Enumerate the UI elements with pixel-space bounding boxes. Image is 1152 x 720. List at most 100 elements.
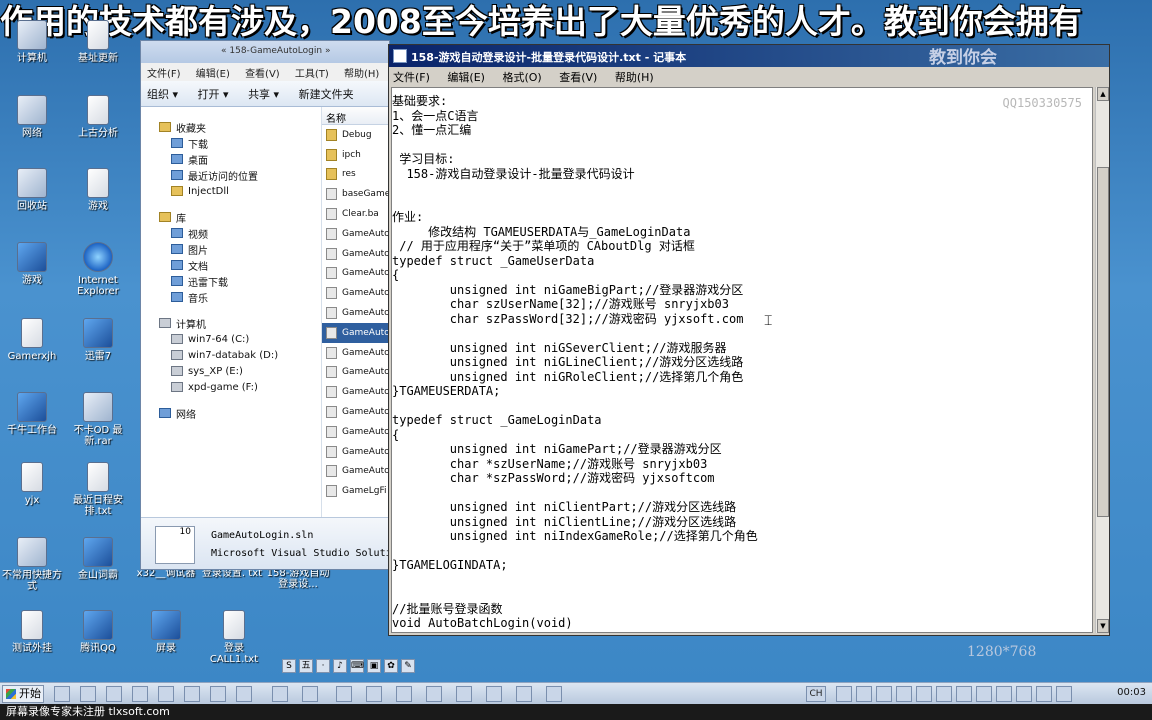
taskbar-app-icon[interactable] bbox=[426, 686, 442, 702]
ime-wubi-icon[interactable]: 五 bbox=[299, 659, 313, 673]
taskbar-app-icon[interactable] bbox=[546, 686, 562, 702]
desktop-icon-game[interactable]: 游戏 bbox=[66, 168, 130, 230]
desktop-icon-login-call[interactable]: 登录 CALL1.txt bbox=[202, 610, 266, 672]
desktop-icon-computer[interactable]: 计算机 bbox=[0, 20, 64, 82]
menu-view[interactable]: 查看(V) bbox=[245, 69, 280, 80]
desktop-icon-x32dbg[interactable]: x32__调试器 bbox=[134, 568, 198, 588]
menu-help[interactable]: 帮助(H) bbox=[615, 71, 654, 84]
taskbar-clock[interactable]: 00:03 bbox=[1117, 687, 1146, 698]
tray-icon[interactable] bbox=[956, 686, 972, 702]
notepad-title-bar[interactable]: 158-游戏自动登录设计-批量登录代码设计.txt - 记事本 教到你会 bbox=[389, 45, 1109, 67]
start-button[interactable]: 开始 bbox=[2, 685, 44, 703]
new-folder-button[interactable]: 新建文件夹 bbox=[299, 88, 354, 101]
file-list-item[interactable]: GameAuto bbox=[322, 244, 391, 264]
desktop-icon-ie[interactable]: Internet Explorer bbox=[66, 242, 130, 304]
taskbar-app-icon[interactable] bbox=[336, 686, 352, 702]
desktop-icon-jizhi[interactable]: 基址更新 bbox=[66, 20, 130, 82]
taskbar-app-icon[interactable] bbox=[54, 686, 70, 702]
file-list-item[interactable]: GameAuto bbox=[322, 343, 391, 363]
taskbar-app-icon[interactable] bbox=[486, 686, 502, 702]
desktop-icon-qianniu[interactable]: 千牛工作台 bbox=[0, 392, 64, 454]
file-list-item[interactable]: GameAuto bbox=[322, 442, 391, 462]
tray-icon[interactable] bbox=[976, 686, 992, 702]
explorer-address-bar[interactable]: « 158-GameAutoLogin » bbox=[141, 41, 389, 63]
open-button[interactable]: 打开 ▾ bbox=[198, 88, 229, 101]
menu-tools[interactable]: 工具(T) bbox=[295, 69, 329, 80]
ime-skin-icon[interactable]: ▣ bbox=[367, 659, 381, 673]
ime-settings-icon[interactable]: ✿ bbox=[384, 659, 398, 673]
nav-desktop[interactable]: 桌面 bbox=[141, 151, 321, 167]
desktop-icon-game-2[interactable]: 游戏 bbox=[0, 242, 64, 304]
file-list-item[interactable]: res bbox=[322, 165, 391, 185]
desktop-icon-network[interactable]: 网络 bbox=[0, 95, 64, 157]
vertical-scrollbar[interactable]: ▲ ▼ bbox=[1095, 87, 1109, 633]
taskbar-app-icon[interactable] bbox=[366, 686, 382, 702]
file-list-item[interactable]: GameAuto bbox=[322, 363, 391, 383]
menu-view[interactable]: 查看(V) bbox=[559, 71, 597, 84]
nav-favorites[interactable]: 收藏夹 bbox=[141, 119, 321, 135]
taskbar-app-icon[interactable] bbox=[132, 686, 148, 702]
desktop-icon-pinglu[interactable]: 屏录 bbox=[134, 610, 198, 672]
file-list-item[interactable]: GameAuto bbox=[322, 422, 391, 442]
nav-pictures[interactable]: 图片 bbox=[141, 241, 321, 257]
taskbar-app-icon[interactable] bbox=[516, 686, 532, 702]
desktop-icon-xunlei[interactable]: 迅雷7 bbox=[66, 318, 130, 380]
tray-icon[interactable] bbox=[916, 686, 932, 702]
desktop-icon-shanggu[interactable]: 上古分析 bbox=[66, 95, 130, 157]
ime-indicator[interactable]: CH bbox=[806, 686, 826, 702]
menu-edit[interactable]: 编辑(E) bbox=[196, 69, 230, 80]
file-list-item[interactable]: Clear.ba bbox=[322, 204, 391, 224]
taskbar-app-icon[interactable] bbox=[210, 686, 226, 702]
desktop-icon-gamerxjh[interactable]: Gamerxjh bbox=[0, 318, 64, 380]
nav-downloads[interactable]: 下载 bbox=[141, 135, 321, 151]
tray-icon[interactable] bbox=[996, 686, 1012, 702]
tray-icon[interactable] bbox=[936, 686, 952, 702]
desktop-icon-qq[interactable]: 腾讯QQ bbox=[66, 610, 130, 672]
ime-tools-icon[interactable]: ✎ bbox=[401, 659, 415, 673]
file-list-item[interactable]: GameAuto bbox=[322, 402, 391, 422]
nav-drive-c[interactable]: win7-64 (C:) bbox=[141, 331, 321, 347]
tray-icon[interactable] bbox=[876, 686, 892, 702]
nav-xunlei-downloads[interactable]: 迅雷下载 bbox=[141, 273, 321, 289]
file-list-item[interactable]: Debug bbox=[322, 125, 391, 145]
desktop-icon-ciba[interactable]: 金山词霸 bbox=[66, 537, 130, 599]
desktop-icon-login-settings[interactable]: 登录设置. txt bbox=[200, 568, 264, 588]
file-list-item[interactable]: GameAuto bbox=[322, 382, 391, 402]
file-list-item[interactable]: GameAuto bbox=[322, 224, 391, 244]
nav-music[interactable]: 音乐 bbox=[141, 289, 321, 305]
file-list-item[interactable]: ipch bbox=[322, 145, 391, 165]
ime-sound-icon[interactable]: ♪ bbox=[333, 659, 347, 673]
nav-drive-d[interactable]: win7-databak (D:) bbox=[141, 347, 321, 363]
desktop-icon-test[interactable]: 测试外挂 bbox=[0, 610, 64, 672]
tray-icon[interactable] bbox=[1016, 686, 1032, 702]
share-button[interactable]: 共享 ▾ bbox=[248, 88, 279, 101]
menu-format[interactable]: 格式(O) bbox=[502, 71, 541, 84]
notepad-text-area[interactable]: 基础要求: 1、会一点C语言 2、懂一点汇编 学习目标: 158-游戏自动登录设计-… bbox=[391, 87, 1093, 633]
desktop-icon-158[interactable]: 158-游戏自动登录设... bbox=[266, 568, 330, 590]
file-list-item[interactable]: GameAuto bbox=[322, 322, 391, 343]
organize-button[interactable]: 组织 ▾ bbox=[147, 88, 178, 101]
ime-punct-icon[interactable]: · bbox=[316, 659, 330, 673]
scroll-up-icon[interactable]: ▲ bbox=[1097, 87, 1109, 101]
taskbar-app-icon[interactable] bbox=[302, 686, 318, 702]
ime-keyboard-icon[interactable]: ⌨ bbox=[350, 659, 364, 673]
scroll-down-icon[interactable]: ▼ bbox=[1097, 619, 1109, 633]
file-list-item[interactable]: GameLgFi bbox=[322, 481, 391, 501]
ime-s-icon[interactable]: S bbox=[282, 659, 296, 673]
tray-icon[interactable] bbox=[856, 686, 872, 702]
menu-help[interactable]: 帮助(H) bbox=[344, 69, 379, 80]
taskbar-app-icon[interactable] bbox=[80, 686, 96, 702]
desktop-icon-schedule[interactable]: 最近日程安排.txt bbox=[66, 462, 130, 524]
column-header-name[interactable]: 名称 bbox=[322, 107, 391, 125]
nav-network[interactable]: 网络 bbox=[141, 405, 321, 421]
scrollbar-thumb[interactable] bbox=[1097, 167, 1109, 517]
menu-edit[interactable]: 编辑(E) bbox=[447, 71, 485, 84]
taskbar-app-icon[interactable] bbox=[158, 686, 174, 702]
desktop-icon-shortcuts[interactable]: 不常用快捷方式 bbox=[0, 537, 64, 599]
nav-injectdll[interactable]: InjectDll bbox=[141, 183, 321, 199]
file-list-item[interactable]: GameAuto bbox=[322, 303, 391, 323]
desktop-icon-yjx[interactable]: yjx bbox=[0, 462, 64, 524]
file-list-item[interactable]: GameAuto bbox=[322, 283, 391, 303]
nav-computer[interactable]: 计算机 bbox=[141, 315, 321, 331]
file-list-item[interactable]: GameAuto bbox=[322, 264, 391, 284]
